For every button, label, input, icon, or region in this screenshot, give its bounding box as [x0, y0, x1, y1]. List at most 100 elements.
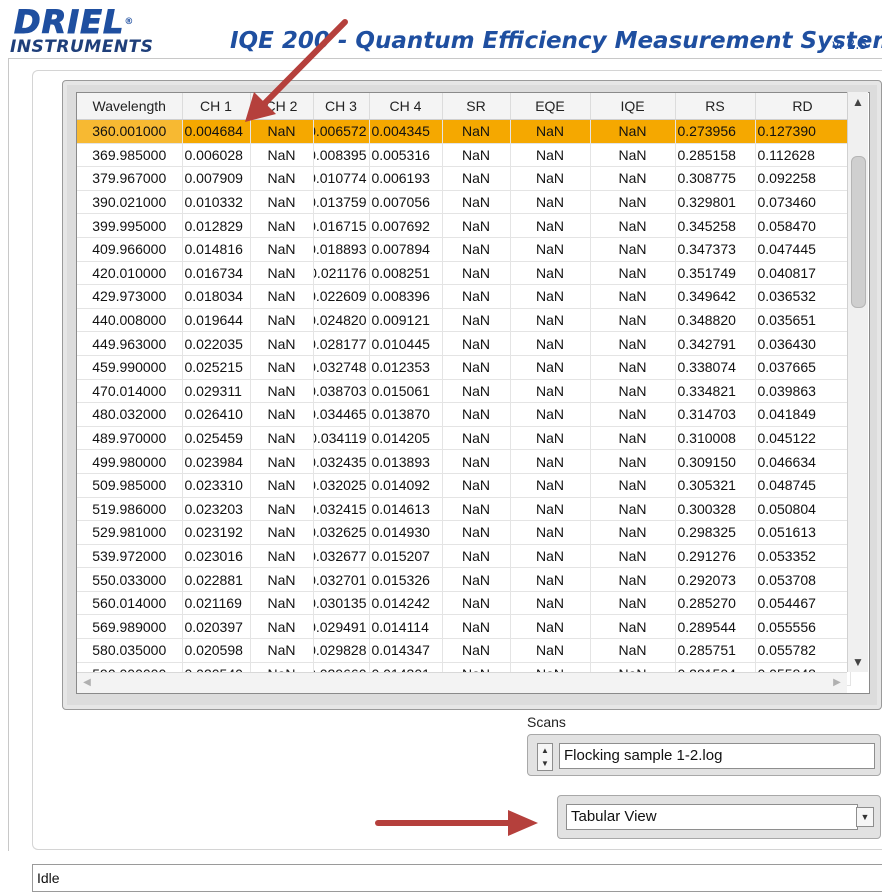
table-cell[interactable]: 0.014816 [182, 237, 251, 262]
table-cell[interactable]: NaN [510, 308, 591, 333]
table-cell[interactable]: NaN [590, 143, 676, 168]
table-cell[interactable]: NaN [442, 520, 511, 545]
table-cell[interactable]: 0.058470 [755, 213, 851, 238]
table-cell[interactable]: NaN [442, 284, 511, 309]
table-cell[interactable]: 0.020397 [182, 614, 251, 640]
table-cell[interactable]: NaN [250, 449, 314, 474]
table-cell[interactable]: NaN [510, 591, 591, 616]
table-cell[interactable]: 0.050804 [755, 497, 851, 522]
table-cell[interactable]: NaN [590, 261, 676, 286]
table-row[interactable]: 569.989000 0.020397 NaN 0.029491 0.014114 NaN… [77, 614, 851, 640]
table-cell[interactable]: 0.338074 [675, 355, 756, 380]
column-header[interactable]: SR [442, 93, 511, 120]
table-cell[interactable]: 0.022881 [182, 567, 251, 592]
table-cell[interactable]: 0.308775 [675, 166, 756, 191]
table-cell[interactable]: 0.351749 [675, 261, 756, 286]
table-cell[interactable]: NaN [442, 331, 511, 356]
table-cell[interactable]: NaN [250, 402, 314, 427]
table-cell[interactable]: 0.006028 [182, 143, 251, 168]
table-cell[interactable]: 0.019644 [182, 308, 251, 333]
table-cell[interactable]: NaN [590, 544, 676, 569]
table-row[interactable]: 539.972000 0.023016 NaN 0.032677 0.015207 NaN… [77, 544, 851, 569]
table-cell[interactable]: 0.023984 [182, 449, 251, 474]
table-cell[interactable]: 0.025215 [182, 355, 251, 380]
table-cell[interactable]: 0.291276 [675, 544, 756, 569]
table-cell[interactable]: 0.073460 [755, 190, 851, 215]
table-cell[interactable]: 0.055556 [755, 614, 851, 640]
table-cell[interactable]: NaN [442, 166, 511, 191]
table-cell[interactable]: 0.020598 [182, 638, 251, 663]
table-cell[interactable]: NaN [250, 190, 314, 215]
table-cell[interactable]: 0.010332 [182, 190, 251, 215]
table-row[interactable]: 440.008000 0.019644 NaN 0.024820 0.009121 NaN… [77, 308, 851, 333]
table-cell[interactable]: 0.348820 [675, 308, 756, 333]
table-cell[interactable]: NaN [590, 166, 676, 191]
table-cell[interactable]: 0.024820 [313, 308, 370, 333]
table-row[interactable]: 499.980000 0.023984 NaN 0.032435 0.013893 NaN… [77, 449, 851, 474]
table-cell[interactable]: 0.018034 [182, 284, 251, 309]
table-cell[interactable]: NaN [250, 497, 314, 522]
table-cell[interactable]: NaN [590, 497, 676, 522]
table-cell[interactable]: 529.981000 [77, 520, 183, 545]
spin-down-icon[interactable]: ▼ [538, 757, 552, 770]
table-cell[interactable]: 0.347373 [675, 237, 756, 262]
table-cell[interactable]: 0.036532 [755, 284, 851, 309]
table-cell[interactable]: NaN [510, 284, 591, 309]
table-cell[interactable]: 0.023203 [182, 497, 251, 522]
scans-stepper[interactable]: ▲ ▼ [537, 743, 553, 771]
table-cell[interactable]: 0.023016 [182, 544, 251, 569]
scroll-left-icon[interactable]: ◀ [79, 673, 95, 693]
table-row[interactable]: 489.970000 0.025459 NaN 0.034119 0.014205 NaN… [77, 426, 851, 451]
table-cell[interactable]: NaN [442, 402, 511, 427]
table-cell[interactable]: NaN [590, 190, 676, 215]
table-cell[interactable]: 0.007056 [369, 190, 443, 215]
table-cell[interactable]: 539.972000 [77, 544, 183, 569]
table-row[interactable]: 560.014000 0.021169 NaN 0.030135 0.014242 NaN… [77, 591, 851, 616]
table-cell[interactable]: 480.032000 [77, 402, 183, 427]
table-cell[interactable]: NaN [510, 331, 591, 356]
table-cell[interactable]: 0.298325 [675, 520, 756, 545]
table-cell[interactable]: 470.014000 [77, 379, 183, 404]
table-cell[interactable]: NaN [250, 143, 314, 168]
horizontal-scrollbar[interactable]: ◀ ▶ [77, 672, 847, 693]
table-cell[interactable]: 0.021176 [313, 261, 370, 286]
table-cell[interactable]: NaN [442, 308, 511, 333]
table-cell[interactable]: 0.054467 [755, 591, 851, 616]
table-cell[interactable]: 0.300328 [675, 497, 756, 522]
table-cell[interactable]: 399.995000 [77, 213, 183, 238]
table-cell[interactable]: NaN [250, 261, 314, 286]
table-cell[interactable]: NaN [442, 190, 511, 215]
table-cell[interactable]: 0.345258 [675, 213, 756, 238]
data-table-container[interactable]: Wavelength CH 1 CH 2 CH 3 CH 4 SR EQE IQE RS RD 3… [76, 92, 870, 694]
table-cell[interactable]: NaN [590, 331, 676, 356]
column-header[interactable]: CH 2 [250, 93, 314, 120]
table-cell[interactable]: 0.025459 [182, 426, 251, 451]
table-cell[interactable]: 519.986000 [77, 497, 183, 522]
column-header[interactable]: Wavelength [77, 93, 183, 120]
table-cell[interactable]: 0.015207 [369, 544, 443, 569]
table-cell[interactable]: 0.015326 [369, 567, 443, 592]
table-cell[interactable]: 0.053352 [755, 544, 851, 569]
table-cell[interactable]: NaN [510, 402, 591, 427]
table-cell[interactable]: 0.013870 [369, 402, 443, 427]
table-cell[interactable]: 440.008000 [77, 308, 183, 333]
table-cell[interactable]: 0.007692 [369, 213, 443, 238]
column-header[interactable]: CH 3 [313, 93, 370, 120]
table-cell[interactable]: 0.041849 [755, 402, 851, 427]
table-cell[interactable]: 0.051613 [755, 520, 851, 545]
table-cell[interactable]: NaN [590, 379, 676, 404]
table-cell[interactable]: 0.023310 [182, 473, 251, 498]
table-cell[interactable]: 0.004684 [182, 119, 251, 144]
table-cell[interactable]: NaN [250, 331, 314, 356]
table-cell[interactable]: NaN [250, 237, 314, 262]
table-cell[interactable]: 0.034119 [313, 426, 370, 451]
column-header[interactable]: RD [755, 93, 851, 120]
table-cell[interactable]: NaN [250, 426, 314, 451]
table-cell[interactable]: 0.028177 [313, 331, 370, 356]
scroll-thumb[interactable] [851, 156, 866, 308]
table-cell[interactable]: 0.046634 [755, 449, 851, 474]
table-cell[interactable]: NaN [590, 284, 676, 309]
table-cell[interactable]: 0.349642 [675, 284, 756, 309]
table-row[interactable]: 509.985000 0.023310 NaN 0.032025 0.014092 NaN… [77, 473, 851, 498]
table-row[interactable]: 409.966000 0.014816 NaN 0.018893 0.007894 NaN… [77, 237, 851, 262]
